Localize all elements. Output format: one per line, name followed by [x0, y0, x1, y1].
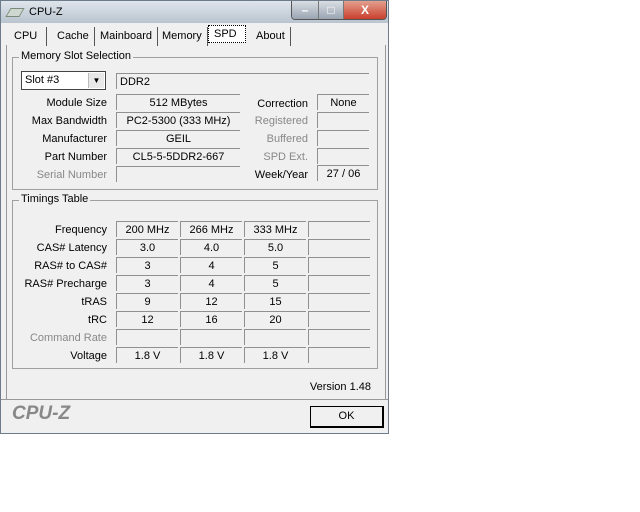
group-label: Memory Slot Selection	[19, 50, 134, 62]
timing-cell	[308, 257, 370, 273]
timing-cell	[308, 293, 370, 309]
timing-cell: 333 MHz	[244, 221, 306, 237]
timing-cell	[308, 221, 370, 237]
timing-cell: 3	[116, 275, 178, 291]
timing-label: tRAS	[81, 296, 107, 308]
memory-type: DDR2	[116, 73, 369, 89]
manufacturer-label: Manufacturer	[42, 133, 107, 145]
week-year-label: Week/Year	[254, 169, 308, 181]
ok-button[interactable]: OK	[310, 406, 384, 428]
timing-label: Frequency	[55, 224, 107, 236]
chevron-down-icon[interactable]: ▼	[88, 73, 104, 88]
correction-label: Correction	[257, 98, 308, 110]
group-label: Timings Table	[19, 193, 91, 205]
part-number-label: Part Number	[44, 151, 107, 163]
timing-cell: 12	[180, 293, 242, 309]
timing-cell: 1.8 V	[244, 347, 306, 363]
timing-label: Voltage	[70, 350, 107, 362]
timing-cell: 9	[116, 293, 178, 309]
buffered-label: Buffered	[266, 133, 308, 145]
app-icon	[5, 8, 25, 17]
timing-cell	[308, 329, 370, 345]
timing-cell	[116, 329, 178, 345]
timing-cell: 3	[116, 257, 178, 273]
timing-cell: 12	[116, 311, 178, 327]
timing-cell	[244, 329, 306, 345]
week-year-value: 27 / 06	[317, 165, 369, 181]
divider	[1, 399, 388, 400]
tab-memory[interactable]: Memory	[157, 27, 208, 46]
timing-cell: 4	[180, 275, 242, 291]
tab-spd[interactable]: SPD	[208, 25, 246, 43]
timing-label: RAS# to CAS#	[34, 260, 107, 272]
timing-cell: 3.0	[116, 239, 178, 255]
tab-about[interactable]: About	[251, 27, 291, 46]
spd-ext-value	[317, 148, 369, 164]
buffered-value	[317, 130, 369, 146]
tab-cpu[interactable]: CPU	[9, 27, 47, 46]
max-bandwidth-label: Max Bandwidth	[31, 115, 107, 127]
timing-label: RAS# Precharge	[24, 278, 107, 290]
timing-cell: 1.8 V	[116, 347, 178, 363]
timing-cell	[308, 275, 370, 291]
close-button[interactable]: X	[343, 1, 386, 19]
timing-cell: 266 MHz	[180, 221, 242, 237]
timing-cell: 20	[244, 311, 306, 327]
timing-cell	[308, 347, 370, 363]
spd-ext-label: SPD Ext.	[263, 151, 308, 163]
timing-cell: 16	[180, 311, 242, 327]
slot-select[interactable]: Slot #3 ▼	[21, 71, 106, 90]
timing-cell: 15	[244, 293, 306, 309]
timing-cell: 200 MHz	[116, 221, 178, 237]
timing-cell: 1.8 V	[180, 347, 242, 363]
timing-cell	[180, 329, 242, 345]
timing-cell: 5	[244, 257, 306, 273]
timing-cell	[308, 239, 370, 255]
cpuz-window: CPU-Z – □ X CPU Cache Mainboard Memory S…	[0, 0, 389, 434]
registered-label: Registered	[254, 115, 308, 127]
timing-cell	[308, 311, 370, 327]
timing-label: tRC	[88, 314, 107, 326]
tab-mainboard[interactable]: Mainboard	[95, 27, 158, 46]
timing-cell: 4	[180, 257, 242, 273]
cpuz-logo: CPU-Z	[12, 403, 71, 424]
module-size-label: Module Size	[46, 97, 107, 109]
maximize-button[interactable]: □	[318, 1, 343, 19]
timing-cell: 5.0	[244, 239, 306, 255]
timing-cell: 4.0	[180, 239, 242, 255]
serial-number-label: Serial Number	[36, 169, 107, 181]
slot-selected: Slot #3	[25, 74, 60, 86]
tab-cache[interactable]: Cache	[52, 27, 95, 46]
minimize-button[interactable]: –	[292, 1, 318, 19]
correction-value: None	[317, 94, 369, 110]
window-title: CPU-Z	[29, 6, 63, 18]
version-text: Version 1.48	[309, 381, 371, 393]
timing-label: Command Rate	[29, 332, 107, 344]
timing-cell: 5	[244, 275, 306, 291]
timing-label: CAS# Latency	[36, 242, 107, 254]
title-bar[interactable]: CPU-Z – □ X	[1, 1, 388, 23]
registered-value	[317, 112, 369, 128]
